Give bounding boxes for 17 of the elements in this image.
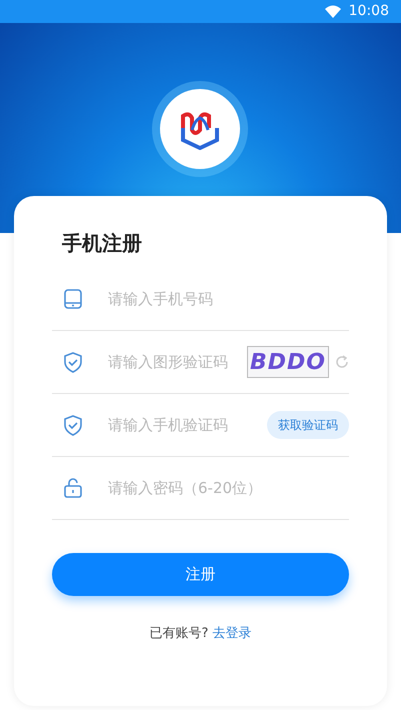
refresh-icon[interactable] <box>335 355 349 369</box>
form-title: 手机注册 <box>62 230 143 257</box>
login-link[interactable]: 去登录 <box>212 626 252 641</box>
lock-icon <box>62 477 84 499</box>
input-field[interactable]: 请输入手机号码 <box>106 286 349 312</box>
password-field[interactable]: 请输入密码（6-20位） <box>106 476 349 500</box>
shield-check-icon <box>62 351 84 373</box>
input-field[interactable]: 请输入图形验证码 <box>106 350 247 374</box>
wifi-icon <box>324 5 341 18</box>
input-field[interactable]: 请输入手机验证码 <box>106 412 267 438</box>
phone-icon <box>62 288 84 310</box>
clock: 10:08 <box>348 2 389 21</box>
shield-check-icon <box>62 414 84 436</box>
register-button[interactable]: 注册 <box>52 553 349 596</box>
captcha-image[interactable]: BDDO <box>247 346 329 378</box>
get-code-button[interactable]: 获取验证码 <box>267 411 349 439</box>
login-prompt: 已有账号? 去登录 <box>148 625 253 643</box>
